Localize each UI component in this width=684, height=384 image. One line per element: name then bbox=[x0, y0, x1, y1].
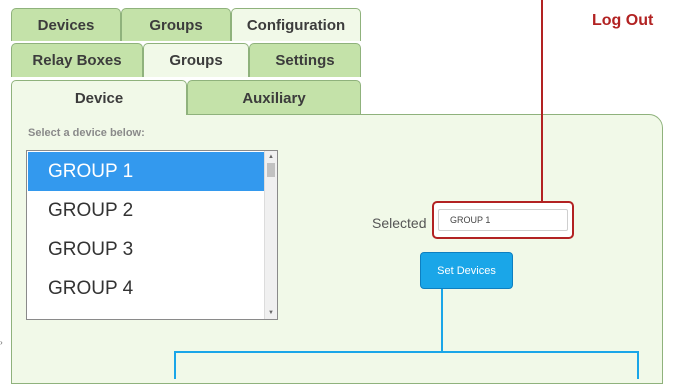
annotation-callout-left bbox=[174, 351, 176, 379]
selected-label: Selected bbox=[372, 215, 427, 231]
scroll-up-arrow-icon[interactable]: ▲ bbox=[268, 154, 274, 160]
tab-device[interactable]: Device bbox=[11, 80, 187, 115]
selected-highlight-box: GROUP 1 bbox=[432, 201, 574, 239]
set-devices-button[interactable]: Set Devices bbox=[420, 252, 513, 289]
list-item[interactable]: GROUP 3 bbox=[28, 230, 266, 269]
annotation-line-blue bbox=[441, 289, 443, 352]
logout-link[interactable]: Log Out bbox=[592, 12, 653, 30]
list-scrollbar[interactable]: ▲ ▼ bbox=[264, 151, 277, 319]
list-item[interactable]: GROUP 4 bbox=[28, 269, 266, 308]
tab-config-groups[interactable]: Groups bbox=[143, 43, 249, 77]
device-listbox[interactable]: GROUP 1 GROUP 2 GROUP 3 GROUP 4 ▲ ▼ bbox=[26, 150, 278, 320]
tab-devices[interactable]: Devices bbox=[11, 8, 121, 41]
tab-configuration[interactable]: Configuration bbox=[231, 8, 361, 41]
tab-settings[interactable]: Settings bbox=[249, 43, 361, 77]
list-item[interactable]: GROUP 2 bbox=[28, 191, 266, 230]
edge-mark: › bbox=[0, 338, 3, 347]
annotation-callout-top bbox=[174, 351, 639, 353]
tab-groups[interactable]: Groups bbox=[121, 8, 231, 41]
tab-auxiliary[interactable]: Auxiliary bbox=[187, 80, 361, 115]
list-item[interactable]: GROUP 1 bbox=[28, 152, 266, 191]
device-list-prompt: Select a device below: bbox=[28, 127, 145, 139]
tab-relay-boxes[interactable]: Relay Boxes bbox=[11, 43, 143, 77]
scroll-down-arrow-icon[interactable]: ▼ bbox=[268, 310, 274, 316]
annotation-callout-right bbox=[637, 351, 639, 379]
scrollbar-thumb[interactable] bbox=[267, 163, 275, 177]
annotation-line-red bbox=[541, 0, 543, 202]
selected-device-field[interactable]: GROUP 1 bbox=[438, 209, 568, 231]
